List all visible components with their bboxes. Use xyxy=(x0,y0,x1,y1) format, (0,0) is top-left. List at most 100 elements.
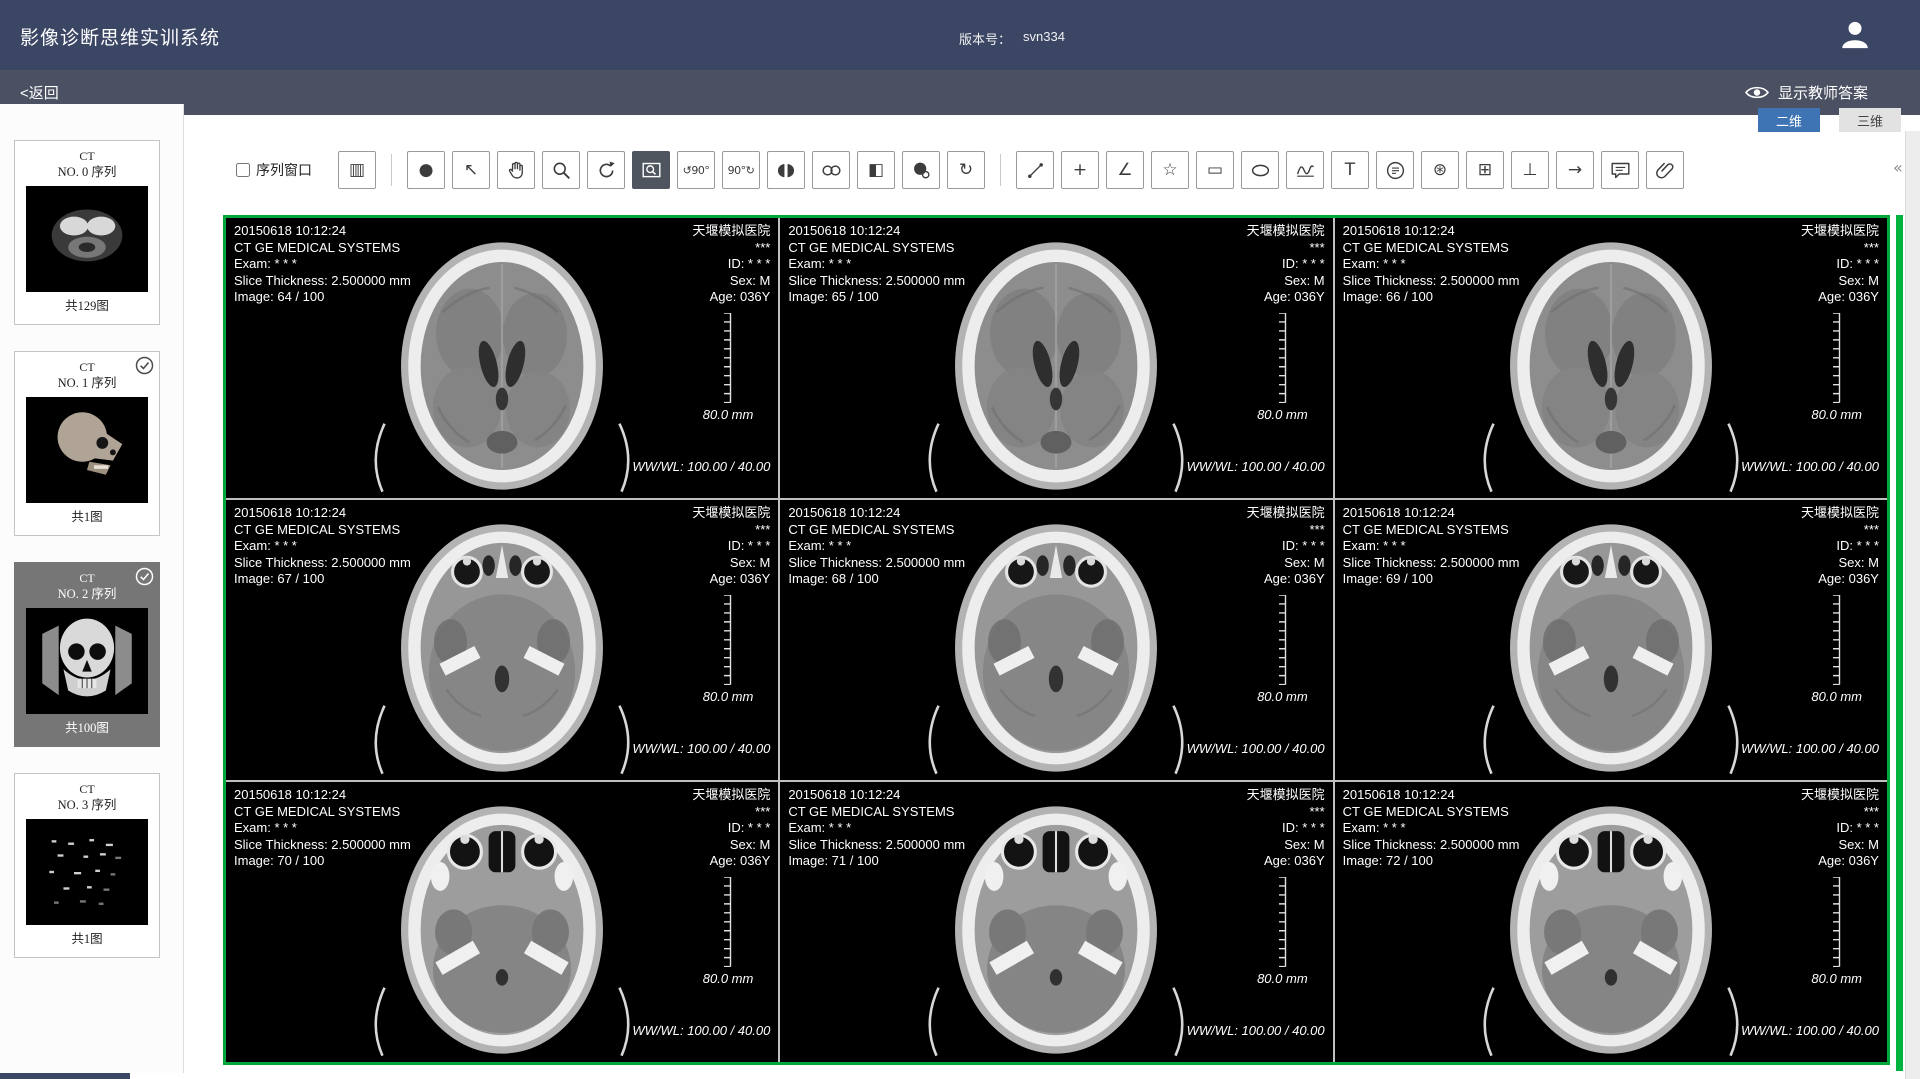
star-tool[interactable]: ☆ xyxy=(1151,151,1189,189)
cell-sex: Sex: M xyxy=(1801,837,1879,854)
reset-tool[interactable]: ↻ xyxy=(947,151,985,189)
viewer-scrollbar[interactable] xyxy=(1896,215,1903,1071)
curve-tool-icon xyxy=(1295,160,1316,181)
cell-hospital: 天堰模拟医院 xyxy=(1247,223,1325,240)
angle-tool[interactable]: ∠ xyxy=(1106,151,1144,189)
cell-datetime: 20150618 10:12:24 xyxy=(234,787,411,804)
scale-label: 80.0 mm xyxy=(703,971,754,988)
cross-tool[interactable]: + xyxy=(1061,151,1099,189)
viewer-cell[interactable]: 20150618 10:12:24 CT GE MEDICAL SYSTEMS … xyxy=(1335,500,1887,780)
cell-hospital: 天堰模拟医院 xyxy=(1801,787,1879,804)
invert-tool[interactable]: ◧ xyxy=(857,151,895,189)
viewer-cell[interactable]: 20150618 10:12:24 CT GE MEDICAL SYSTEMS … xyxy=(780,782,1332,1062)
ellipse-tool[interactable] xyxy=(1241,151,1279,189)
cell-hospital: 天堰模拟医院 xyxy=(692,223,770,240)
rotate-right-90-tool[interactable]: 90°↻ xyxy=(722,151,760,189)
cell-slice-thickness: Slice Thickness: 2.500000 mm xyxy=(788,273,965,290)
mask-tool[interactable]: ● xyxy=(407,151,445,189)
attachment-tool[interactable] xyxy=(1646,151,1684,189)
region-zoom-tool[interactable] xyxy=(632,151,670,189)
series-thumbnail xyxy=(26,819,148,925)
curve-tool[interactable] xyxy=(1286,151,1324,189)
rectangle-tool[interactable]: ▭ xyxy=(1196,151,1234,189)
cell-patient-id: ID: * * * xyxy=(1801,820,1879,837)
rotate-tool[interactable] xyxy=(587,151,625,189)
viewer-cell[interactable]: 20150618 10:12:24 CT GE MEDICAL SYSTEMS … xyxy=(226,500,778,780)
viewer-cell[interactable]: 20150618 10:12:24 CT GE MEDICAL SYSTEMS … xyxy=(226,782,778,1062)
cell-age: Age: 036Y xyxy=(1247,289,1325,306)
series-list: CT NO. 0 序列 共129图 CT NO. 1 序列 共1图 CT NO.… xyxy=(0,140,183,958)
series-window-label: 序列窗口 xyxy=(256,160,312,180)
sync-tool[interactable] xyxy=(812,151,850,189)
nav-bar: <返回 显示教师答案 xyxy=(0,70,1920,115)
perpendicular-tool[interactable]: ⊥ xyxy=(1511,151,1549,189)
arrow-tool[interactable]: → xyxy=(1556,151,1594,189)
cell-datetime: 20150618 10:12:24 xyxy=(234,505,411,522)
cell-image-index: Image: 66 / 100 xyxy=(1343,289,1520,306)
series-card[interactable]: CT NO. 0 序列 共129图 xyxy=(14,140,160,325)
grid-tool[interactable]: ⊞ xyxy=(1466,151,1504,189)
series-count: 共1图 xyxy=(21,509,153,525)
series-window-toggle: 序列窗口 xyxy=(236,160,312,180)
viewer-cell[interactable]: 20150618 10:12:24 CT GE MEDICAL SYSTEMS … xyxy=(780,218,1332,498)
sync-tool-icon xyxy=(821,160,842,181)
cell-slice-thickness: Slice Thickness: 2.500000 mm xyxy=(788,555,965,572)
window-level-label: WW/WL: 100.00 / 40.00 xyxy=(1187,459,1325,476)
rectangle-tool-icon: ▭ xyxy=(1207,162,1223,179)
series-window-checkbox[interactable] xyxy=(236,163,250,177)
series-modality: CT xyxy=(21,149,153,164)
scale-ruler-icon xyxy=(1274,595,1287,685)
collapse-toolbar-icon[interactable]: « xyxy=(1893,158,1903,177)
list-annotation-tool[interactable] xyxy=(1376,151,1414,189)
tab-3d[interactable]: 三维 xyxy=(1839,108,1901,132)
show-teacher-answer-label: 显示教师答案 xyxy=(1778,82,1868,103)
text-tool[interactable]: T xyxy=(1331,151,1369,189)
zoom-tool[interactable] xyxy=(542,151,580,189)
cell-image-index: Image: 70 / 100 xyxy=(234,853,411,870)
series-card[interactable]: CT NO. 1 序列 共1图 xyxy=(14,351,160,536)
scale-label: 80.0 mm xyxy=(703,407,754,424)
cell-age: Age: 036Y xyxy=(692,571,770,588)
cell-exam: Exam: * * * xyxy=(788,256,965,273)
cell-overlay-left: 20150618 10:12:24 CT GE MEDICAL SYSTEMS … xyxy=(234,787,411,870)
viewer-cell[interactable]: 20150618 10:12:24 CT GE MEDICAL SYSTEMS … xyxy=(226,218,778,498)
viewer-cell[interactable]: 20150618 10:12:24 CT GE MEDICAL SYSTEMS … xyxy=(1335,218,1887,498)
rotate-left-90-tool[interactable]: ↺90° xyxy=(677,151,715,189)
cell-slice-thickness: Slice Thickness: 2.500000 mm xyxy=(234,273,411,290)
series-card[interactable]: CT NO. 3 序列 共1图 xyxy=(14,773,160,958)
user-avatar-button[interactable] xyxy=(1836,16,1874,54)
layout-tool[interactable]: ▥ xyxy=(338,151,376,189)
viewer-cell[interactable]: 20150618 10:12:24 CT GE MEDICAL SYSTEMS … xyxy=(1335,782,1887,1062)
check-icon xyxy=(135,356,154,375)
cell-sex: Sex: M xyxy=(1247,837,1325,854)
window-level-label: WW/WL: 100.00 / 40.00 xyxy=(632,1023,770,1040)
cell-image-index: Image: 65 / 100 xyxy=(788,289,965,306)
back-button[interactable]: <返回 xyxy=(20,82,59,103)
point-annotation-tool[interactable]: ⊛ xyxy=(1421,151,1459,189)
cell-scanner: CT GE MEDICAL SYSTEMS xyxy=(788,804,965,821)
select-tool-icon: ↖ xyxy=(464,162,478,179)
cell-scanner: CT GE MEDICAL SYSTEMS xyxy=(1343,522,1520,539)
length-tool[interactable] xyxy=(1016,151,1054,189)
viewer-cell[interactable]: 20150618 10:12:24 CT GE MEDICAL SYSTEMS … xyxy=(780,500,1332,780)
cell-patient-id: ID: * * * xyxy=(692,820,770,837)
page-scrollbar[interactable] xyxy=(1905,131,1920,1079)
window-level-tool[interactable] xyxy=(902,151,940,189)
select-tool[interactable]: ↖ xyxy=(452,151,490,189)
series-card[interactable]: CT NO. 2 序列 共100图 xyxy=(14,562,160,747)
app-title: 影像诊断思维实训系统 xyxy=(20,23,220,50)
cell-sex: Sex: M xyxy=(692,273,770,290)
cell-overlay-right: 天堰模拟医院 *** ID: * * * Sex: M Age: 036Y xyxy=(692,787,770,870)
cell-overlay-left: 20150618 10:12:24 CT GE MEDICAL SYSTEMS … xyxy=(1343,223,1520,306)
flip-horizontal-tool[interactable]: ◖◗ xyxy=(767,151,805,189)
cell-hospital: 天堰模拟医院 xyxy=(692,787,770,804)
cell-datetime: 20150618 10:12:24 xyxy=(788,787,965,804)
rotate-left-90-tool-icon: ↺90° xyxy=(683,165,710,176)
pan-tool-icon xyxy=(506,160,527,181)
tab-2d[interactable]: 二维 xyxy=(1758,108,1820,132)
series-thumbnail xyxy=(26,186,148,292)
show-teacher-answer-button[interactable]: 显示教师答案 xyxy=(1739,81,1874,104)
rotate-tool-icon xyxy=(596,160,617,181)
pan-tool[interactable] xyxy=(497,151,535,189)
comment-tool[interactable] xyxy=(1601,151,1639,189)
